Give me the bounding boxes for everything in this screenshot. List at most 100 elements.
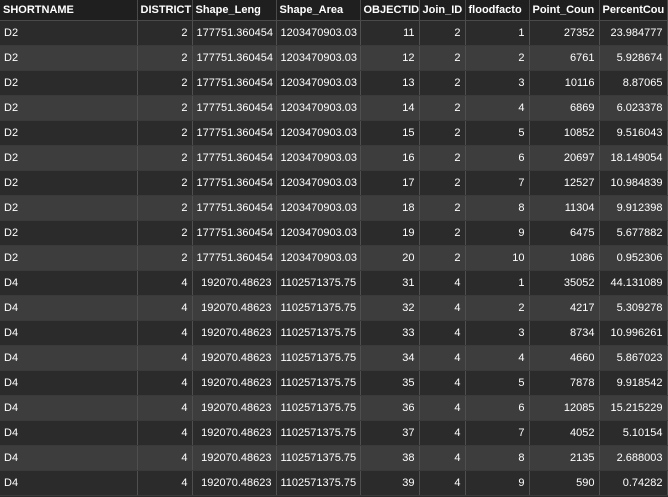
cell-percentcou[interactable]: 9.918542	[599, 370, 668, 396]
cell-shape-leng[interactable]: 192070.48623	[192, 270, 277, 296]
cell-floodfacto[interactable]: 6	[465, 145, 530, 171]
table-row[interactable]: D4 4 192070.48623 1102571375.75 31 4 1 35052 44.…	[0, 270, 668, 296]
cell-district[interactable]: 4	[137, 420, 193, 446]
cell-join-id[interactable]: 2	[419, 245, 466, 271]
cell-percentcou[interactable]: 15.215229	[599, 395, 668, 421]
table-row[interactable]: D2 2 177751.360454 1203470903.03 13 2 3 10116 8.…	[0, 70, 668, 96]
cell-shape-leng[interactable]: 192070.48623	[192, 470, 277, 496]
cell-point-coun[interactable]: 8734	[529, 320, 600, 346]
cell-join-id[interactable]: 2	[419, 70, 466, 96]
cell-floodfacto[interactable]: 8	[465, 445, 530, 471]
cell-district[interactable]: 2	[137, 170, 193, 196]
cell-join-id[interactable]: 2	[419, 95, 466, 121]
cell-point-coun[interactable]: 10116	[529, 70, 600, 96]
cell-objectid[interactable]: 34	[360, 345, 420, 371]
cell-point-coun[interactable]: 35052	[529, 270, 600, 296]
cell-floodfacto[interactable]: 9	[465, 220, 530, 246]
cell-point-coun[interactable]: 20697	[529, 145, 600, 171]
cell-floodfacto[interactable]: 1	[465, 20, 530, 46]
column-header-district[interactable]: DISTRICT	[137, 0, 193, 21]
cell-shortname[interactable]: D2	[0, 20, 138, 46]
column-header-shape-area[interactable]: Shape_Area	[276, 0, 361, 21]
cell-floodfacto[interactable]: 2	[465, 295, 530, 321]
cell-percentcou[interactable]: 9.912398	[599, 195, 668, 221]
cell-floodfacto[interactable]: 3	[465, 320, 530, 346]
cell-percentcou[interactable]: 0.952306	[599, 245, 668, 271]
cell-shape-leng[interactable]: 177751.360454	[192, 70, 277, 96]
cell-shape-leng[interactable]: 177751.360454	[192, 170, 277, 196]
cell-objectid[interactable]: 19	[360, 220, 420, 246]
cell-objectid[interactable]: 13	[360, 70, 420, 96]
cell-shortname[interactable]: D2	[0, 170, 138, 196]
cell-shape-leng[interactable]: 192070.48623	[192, 320, 277, 346]
cell-floodfacto[interactable]: 10	[465, 245, 530, 271]
cell-floodfacto[interactable]: 5	[465, 370, 530, 396]
cell-shortname[interactable]: D4	[0, 270, 138, 296]
table-row[interactable]: D4 4 192070.48623 1102571375.75 33 4 3 8734 10.9…	[0, 320, 668, 346]
cell-point-coun[interactable]: 6869	[529, 95, 600, 121]
cell-join-id[interactable]: 2	[419, 170, 466, 196]
cell-shape-leng[interactable]: 177751.360454	[192, 95, 277, 121]
cell-shape-area[interactable]: 1203470903.03	[276, 145, 361, 171]
cell-percentcou[interactable]: 0.74282	[599, 470, 668, 496]
cell-district[interactable]: 4	[137, 470, 193, 496]
cell-shape-leng[interactable]: 177751.360454	[192, 45, 277, 71]
cell-objectid[interactable]: 37	[360, 420, 420, 446]
cell-district[interactable]: 4	[137, 370, 193, 396]
cell-district[interactable]: 4	[137, 320, 193, 346]
cell-objectid[interactable]: 20	[360, 245, 420, 271]
column-header-floodfacto[interactable]: floodfacto	[465, 0, 530, 21]
cell-join-id[interactable]: 4	[419, 420, 466, 446]
cell-percentcou[interactable]: 5.309278	[599, 295, 668, 321]
table-row[interactable]: D2 2 177751.360454 1203470903.03 11 2 1 27352 23…	[0, 20, 668, 46]
table-row[interactable]: D4 4 192070.48623 1102571375.75 35 4 5 7878 9.91…	[0, 370, 668, 396]
cell-join-id[interactable]: 2	[419, 120, 466, 146]
cell-shape-area[interactable]: 1203470903.03	[276, 120, 361, 146]
cell-shortname[interactable]: D4	[0, 470, 138, 496]
cell-floodfacto[interactable]: 7	[465, 420, 530, 446]
cell-floodfacto[interactable]: 2	[465, 45, 530, 71]
cell-point-coun[interactable]: 12085	[529, 395, 600, 421]
column-header-objectid[interactable]: OBJECTID	[360, 0, 420, 21]
table-row[interactable]: D4 4 192070.48623 1102571375.75 34 4 4 4660 5.86…	[0, 345, 668, 371]
cell-shortname[interactable]: D4	[0, 295, 138, 321]
cell-shape-area[interactable]: 1102571375.75	[276, 295, 361, 321]
cell-shape-area[interactable]: 1102571375.75	[276, 370, 361, 396]
cell-objectid[interactable]: 38	[360, 445, 420, 471]
cell-join-id[interactable]: 4	[419, 345, 466, 371]
cell-objectid[interactable]: 32	[360, 295, 420, 321]
column-header-point-coun[interactable]: Point_Coun	[529, 0, 600, 21]
table-row[interactable]: D2 2 177751.360454 1203470903.03 14 2 4 6869 6.0…	[0, 95, 668, 121]
table-row[interactable]: D2 2 177751.360454 1203470903.03 19 2 9 6475 5.6…	[0, 220, 668, 246]
cell-shortname[interactable]: D4	[0, 420, 138, 446]
cell-objectid[interactable]: 12	[360, 45, 420, 71]
cell-point-coun[interactable]: 11304	[529, 195, 600, 221]
cell-join-id[interactable]: 2	[419, 45, 466, 71]
cell-shortname[interactable]: D2	[0, 95, 138, 121]
cell-percentcou[interactable]: 5.677882	[599, 220, 668, 246]
cell-percentcou[interactable]: 10.996261	[599, 320, 668, 346]
cell-objectid[interactable]: 35	[360, 370, 420, 396]
cell-shortname[interactable]: D2	[0, 120, 138, 146]
cell-shape-area[interactable]: 1203470903.03	[276, 195, 361, 221]
cell-shortname[interactable]: D2	[0, 220, 138, 246]
column-header-shape-leng[interactable]: Shape_Leng	[192, 0, 277, 21]
cell-district[interactable]: 4	[137, 295, 193, 321]
table-row[interactable]: D2 2 177751.360454 1203470903.03 17 2 7 12527 10…	[0, 170, 668, 196]
cell-point-coun[interactable]: 27352	[529, 20, 600, 46]
cell-district[interactable]: 4	[137, 445, 193, 471]
cell-join-id[interactable]: 4	[419, 370, 466, 396]
cell-district[interactable]: 2	[137, 45, 193, 71]
cell-percentcou[interactable]: 6.023378	[599, 95, 668, 121]
cell-shape-area[interactable]: 1203470903.03	[276, 70, 361, 96]
column-header-shortname[interactable]: SHORTNAME	[0, 0, 138, 21]
cell-objectid[interactable]: 31	[360, 270, 420, 296]
cell-floodfacto[interactable]: 3	[465, 70, 530, 96]
cell-floodfacto[interactable]: 4	[465, 95, 530, 121]
cell-percentcou[interactable]: 9.516043	[599, 120, 668, 146]
cell-percentcou[interactable]: 44.131089	[599, 270, 668, 296]
cell-shape-leng[interactable]: 177751.360454	[192, 20, 277, 46]
cell-percentcou[interactable]: 2.688003	[599, 445, 668, 471]
table-row[interactable]: D4 4 192070.48623 1102571375.75 39 4 9 590 0.742…	[0, 470, 668, 496]
cell-shortname[interactable]: D4	[0, 370, 138, 396]
